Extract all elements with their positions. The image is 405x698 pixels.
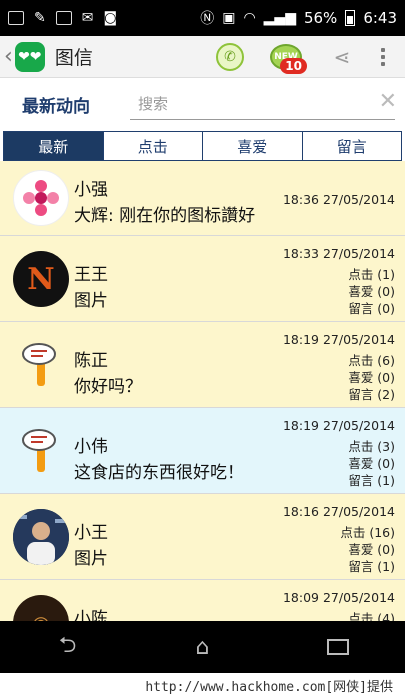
dark-avatar-icon: ◉ (32, 611, 49, 621)
notification-count-badge: 10 (280, 57, 307, 74)
comment-count: 留言 (1) (348, 559, 395, 574)
comment-count: 留言 (2) (348, 387, 395, 402)
photo-icon: ◙ (103, 10, 118, 26)
chat-pin-icon (22, 429, 56, 472)
cell-signal-icon: ▂▄▆ (263, 10, 296, 26)
item-message: 大辉: 刚在你的图标讚好 (74, 206, 256, 226)
mail-icon: ✉ (81, 10, 94, 26)
battery-level: 56% (303, 9, 338, 27)
item-time: 18:36 27/05/2014 (282, 192, 395, 207)
search-box: ✕ (130, 89, 397, 120)
list-item[interactable]: 小王 图片 18:16 27/05/2014 点击 (16) 喜爱 (0) 留言… (0, 494, 405, 580)
tool-icon: ✎ (34, 10, 46, 26)
avatar: N (13, 251, 69, 307)
item-message: 图片 (74, 549, 108, 569)
activity-feed: 小强 大辉: 刚在你的图标讚好 18:36 27/05/2014 N 王王 图片… (0, 161, 405, 621)
back-button[interactable]: ⮌ (38, 627, 98, 667)
nfc-icon: Ⓝ (200, 11, 215, 27)
search-input[interactable] (130, 93, 395, 114)
item-name: 小伟 (74, 437, 108, 457)
share-button[interactable]: ⋖ (323, 38, 361, 76)
avatar (13, 170, 69, 226)
image-icon (55, 11, 72, 25)
notification-icons: ✎ ✉ ◙ (8, 10, 117, 26)
item-time: 18:16 27/05/2014 (282, 504, 395, 519)
avatar (13, 423, 69, 479)
filter-tabs: 最新 点击 喜爱 留言 (3, 131, 402, 161)
flower-avatar-icon (23, 180, 59, 216)
clear-search-icon[interactable]: ✕ (379, 89, 397, 114)
recents-icon (326, 639, 349, 655)
list-item[interactable]: ◉ 小陈 18:09 27/05/2014 点击 (4) (0, 580, 405, 621)
avatar (13, 509, 69, 565)
overflow-menu-button[interactable] (369, 38, 397, 76)
status-bar: ✎ ✉ ◙ Ⓝ ▣ ◠ ▂▄▆ 56% 6:43 (0, 0, 405, 36)
phone-button[interactable]: ✆ (211, 38, 249, 76)
notifications-button[interactable]: NEW 10 (267, 38, 307, 76)
more-vert-icon (381, 47, 385, 66)
item-time: 18:09 27/05/2014 (282, 590, 395, 605)
feed-header: 最新动向 ✕ (0, 79, 405, 129)
item-message: 你好吗？ (74, 377, 142, 397)
system-icons: Ⓝ ▣ ◠ ▂▄▆ 56% 6:43 (200, 8, 397, 28)
wifi-icon: ◠ (243, 10, 256, 26)
item-time: 18:19 27/05/2014 (282, 332, 395, 347)
item-name: 小陈 (74, 609, 108, 621)
item-message: 这食店的东西很好吃！ (74, 463, 244, 483)
back-arrow-icon: ⮌ (58, 633, 77, 658)
list-item[interactable]: 小强 大辉: 刚在你的图标讚好 18:36 27/05/2014 (0, 161, 405, 236)
tab-likes[interactable]: 喜爱 (202, 132, 302, 160)
comment-count: 留言 (1) (348, 473, 395, 488)
app-logo-icon[interactable]: ❤❤ (14, 41, 45, 72)
avatar (13, 337, 69, 393)
avatar: ◉ (13, 595, 69, 621)
list-item[interactable]: 小伟 这食店的东西很好吃！ 18:19 27/05/2014 点击 (3) 喜爱… (0, 408, 405, 494)
tab-comments[interactable]: 留言 (301, 132, 401, 160)
signal-alert-icon: ▣ (222, 10, 236, 26)
comment-count: 留言 (0) (348, 301, 395, 316)
home-button[interactable]: ⌂ (173, 627, 233, 667)
letter-n-avatar-icon: N (27, 261, 55, 297)
chat-pin-icon (22, 343, 56, 386)
person-photo-icon (13, 509, 69, 565)
watermark-text: http://www.hackhome.com[网侠]提供 (145, 680, 393, 695)
item-message: 图片 (74, 291, 108, 311)
item-name: 王王 (74, 265, 108, 285)
home-icon: ⌂ (195, 634, 210, 660)
page-title: 最新动向 (22, 96, 90, 117)
item-name: 小强 (74, 180, 108, 200)
tab-clicks[interactable]: 点击 (102, 132, 202, 160)
list-item[interactable]: N 王王 图片 18:33 27/05/2014 点击 (1) 喜爱 (0) 留… (0, 236, 405, 322)
clock: 6:43 (363, 9, 397, 27)
app-bar: ‹ ❤❤ 图信 ✆ NEW 10 ⋖ (0, 36, 405, 78)
app-notification-icon (8, 11, 24, 25)
item-name: 小王 (74, 523, 108, 543)
tab-latest[interactable]: 最新 (4, 132, 103, 160)
click-count: 点击 (4) (348, 611, 395, 621)
system-nav-bar: ⮌ ⌂ (0, 621, 405, 673)
item-time: 18:19 27/05/2014 (282, 418, 395, 433)
battery-icon (345, 10, 356, 26)
list-item[interactable]: 陈正 你好吗？ 18:19 27/05/2014 点击 (6) 喜爱 (0) 留… (0, 322, 405, 408)
share-icon: ⋖ (333, 44, 351, 69)
app-title: 图信 (54, 47, 93, 69)
item-time: 18:33 27/05/2014 (282, 246, 395, 261)
phone-icon: ✆ (216, 42, 244, 71)
item-name: 陈正 (74, 351, 108, 371)
watermark-footer: http://www.hackhome.com[网侠]提供 (0, 673, 405, 698)
back-chevron-icon[interactable]: ‹ (4, 44, 13, 69)
recents-button[interactable] (308, 627, 368, 667)
